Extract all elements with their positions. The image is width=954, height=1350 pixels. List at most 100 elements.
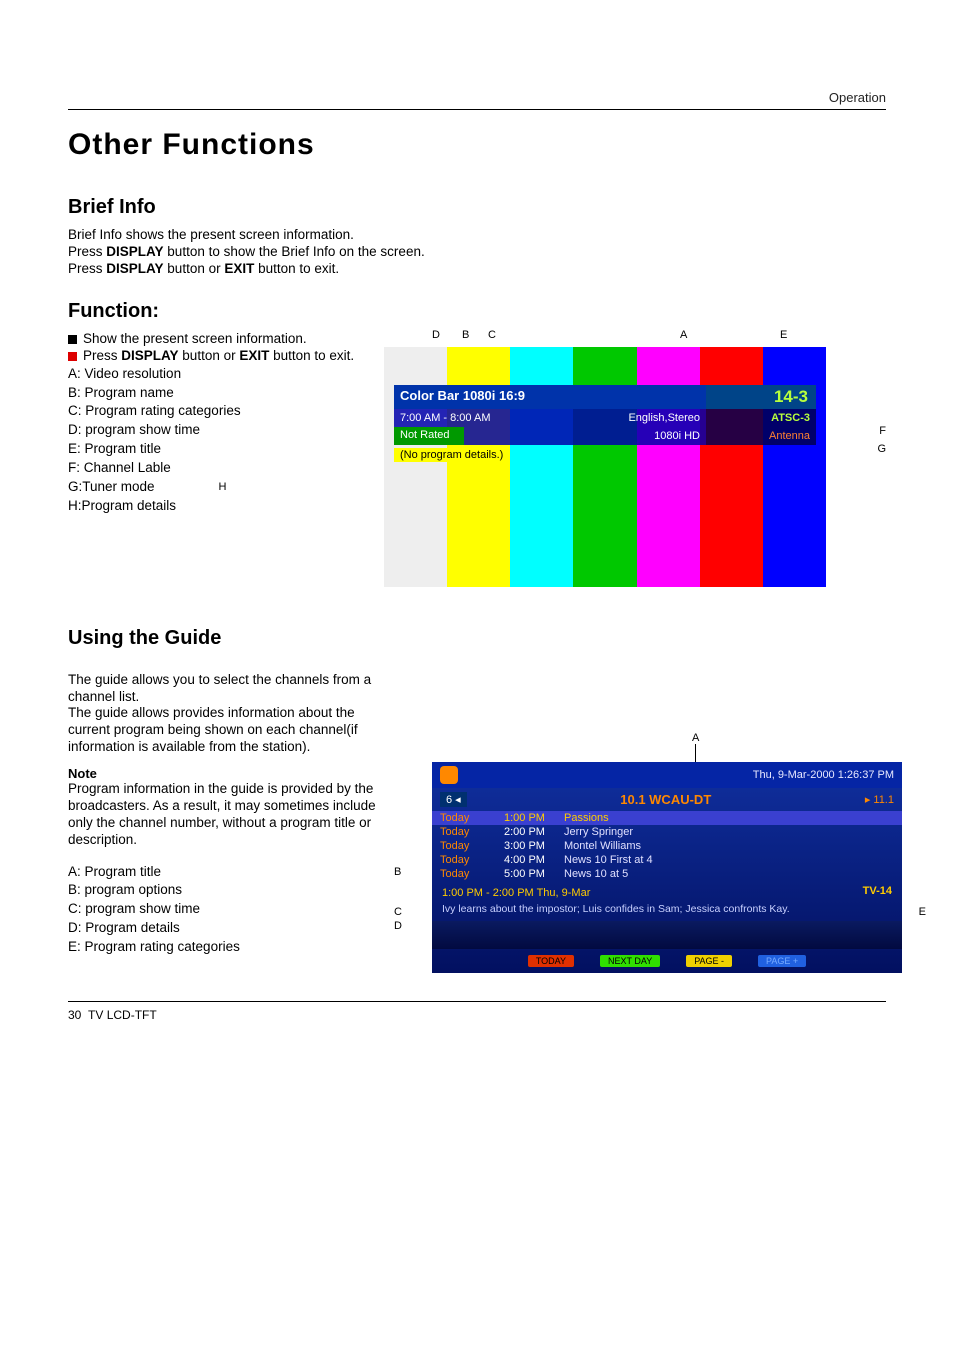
osd-overlay: Color Bar 1080i 16:9 14-3 7:00 AM - 8:00… [394,385,816,462]
page-number: 30 [68,1008,81,1022]
callout-a: A [680,329,687,341]
osd-rating: Not Rated [394,427,464,445]
osd-screenshot: D B C A E F G Color Bar 1080i 16:9 14-3 [384,331,886,587]
guide-ch-num: 6 ◂ [440,792,467,807]
square-bullet-icon [68,352,77,361]
legend-g: G:Tuner mode [68,478,155,497]
guide-row: Today 3:00 PM Montel Williams [432,839,902,853]
guide-description: Ivy learns about the impostor; Luis conf… [432,903,902,921]
function-heading: Function: [68,300,886,323]
legend-e: E: Program title [68,440,368,459]
guide-row-day: Today [440,868,500,880]
gcallout-d: D [394,920,402,932]
guide-row-day: Today [440,854,500,866]
brief-info-p3: Press DISPLAY button or EXIT button to e… [68,261,886,278]
legend-h: H:Program details [68,497,368,516]
brief-info-p1: Brief Info shows the present screen info… [68,227,886,244]
guide-row-time: 2:00 PM [504,826,560,838]
function-legend: A: Video resolution B: Program name C: P… [68,365,368,516]
brief-info-section: Brief Info Brief Info shows the present … [68,196,886,278]
guide-channel-row: 6 ◂ 10.1 WCAU-DT ▸ 11.1 [432,788,902,811]
brief-info-p2: Press DISPLAY button to show the Brief I… [68,244,886,261]
osd-program-name: Color Bar 1080i 16:9 [394,385,706,409]
page-footer: 30 TV LCD-TFT [68,1008,886,1022]
guide-row-title: Passions [564,812,894,824]
callout-h: H [219,480,227,495]
tv-guide: Thu, 9-Mar-2000 1:26:37 PM 6 ◂ 10.1 WCAU… [432,762,902,973]
osd-tuner-mode: Antenna [706,427,816,445]
legend-f: F: Channel Lable [68,459,368,478]
header-rule [68,109,886,110]
color-bars [384,347,826,587]
header-section: Operation [68,90,886,105]
legend-a: A: Video resolution [68,365,368,384]
guide-p2: The guide allows provides information ab… [68,705,388,756]
osd-program-details: (No program details.) [394,448,509,462]
page-title: Other Functions [68,128,886,162]
footer-rule [68,1001,886,1002]
guide-row: Today 2:00 PM Jerry Springer [432,825,902,839]
guide-buttons: TODAY NEXT DAY PAGE - PAGE + [432,949,902,973]
bullet-2: Press DISPLAY button or EXIT button to e… [68,348,368,363]
guide-rating: TV-14 [863,885,892,897]
guide-row-day: Today [440,840,500,852]
callout-g: G [877,443,886,455]
function-section: Function: Show the present screen inform… [68,300,886,587]
callout-f: F [879,425,886,437]
guide-btn-yellow: PAGE - [686,955,732,967]
note-heading: Note [68,766,396,781]
guide-ch-pos: ▸ 11.1 [865,793,894,806]
gcallout-a: A [692,732,699,744]
glegend-c: C: program show time [68,900,396,919]
guide-row-title: News 10 at 5 [564,868,894,880]
guide-p1: The guide allows you to select the chann… [68,672,388,706]
gcallout-e: E [919,906,926,918]
glegend-b: B: program options [68,881,396,900]
guide-legend: A: Program title B: program options C: p… [68,863,396,957]
glegend-d: D: Program details [68,919,396,938]
osd-show-time: 7:00 AM - 8:00 AM [394,409,616,427]
guide-row: Today 4:00 PM News 10 First at 4 [432,853,902,867]
gcallout-c: C [394,906,402,918]
guide-btn-red: TODAY [528,955,574,967]
guide-heading: Using the Guide [68,627,886,650]
square-bullet-icon [68,335,77,344]
legend-d: D: program show time [68,421,368,440]
guide-row-title: Jerry Springer [564,826,894,838]
guide-row-title: Montel Williams [564,840,894,852]
guide-row: Today 5:00 PM News 10 at 5 [432,867,902,881]
guide-row-time: 5:00 PM [504,868,560,880]
guide-datetime: Thu, 9-Mar-2000 1:26:37 PM [753,769,894,781]
guide-section: Using the Guide The guide allows you to … [68,627,886,973]
osd-audio: English,Stereo [616,409,706,427]
model-name: TV LCD-TFT [88,1008,157,1022]
callout-b: B [462,329,469,341]
guide-row-title: News 10 First at 4 [564,854,894,866]
legend-b: B: Program name [68,384,368,403]
guide-detail-row: 1:00 PM - 2:00 PM Thu, 9-Mar TV-14 [432,881,902,903]
legend-c: C: Program rating categories [68,402,368,421]
guide-left-col: The guide allows you to select the chann… [68,672,396,957]
guide-row-time: 1:00 PM [504,812,560,824]
guide-btn-green: NEXT DAY [600,955,660,967]
callout-c: C [488,329,496,341]
osd-program-title: 14-3 [706,385,816,409]
guide-screenshot-wrap: A B C D E Thu, 9-Mar-2000 1:26:37 PM 6 ◂… [412,672,902,973]
guide-row-day: Today [440,826,500,838]
osd-channel-label: ATSC-3 [706,409,816,427]
bullet-1: Show the present screen information. [68,331,368,346]
function-left-col: Show the present screen information. Pre… [68,331,368,516]
guide-header: Thu, 9-Mar-2000 1:26:37 PM [432,762,902,788]
brief-info-heading: Brief Info [68,196,886,219]
guide-rows: Today 1:00 PM Passions Today 2:00 PM Jerry Sp… [432,811,902,881]
guide-row-time: 4:00 PM [504,854,560,866]
callout-d: D [432,329,440,341]
guide-btn-blue: PAGE + [758,955,806,967]
callout-e: E [780,329,787,341]
gear-icon [440,766,458,784]
guide-ch-name: 10.1 WCAU-DT [620,792,711,807]
guide-row-day: Today [440,812,500,824]
guide-detail-time: 1:00 PM - 2:00 PM Thu, 9-Mar [442,887,590,899]
guide-row-time: 3:00 PM [504,840,560,852]
glegend-e: E: Program rating categories [68,938,396,957]
